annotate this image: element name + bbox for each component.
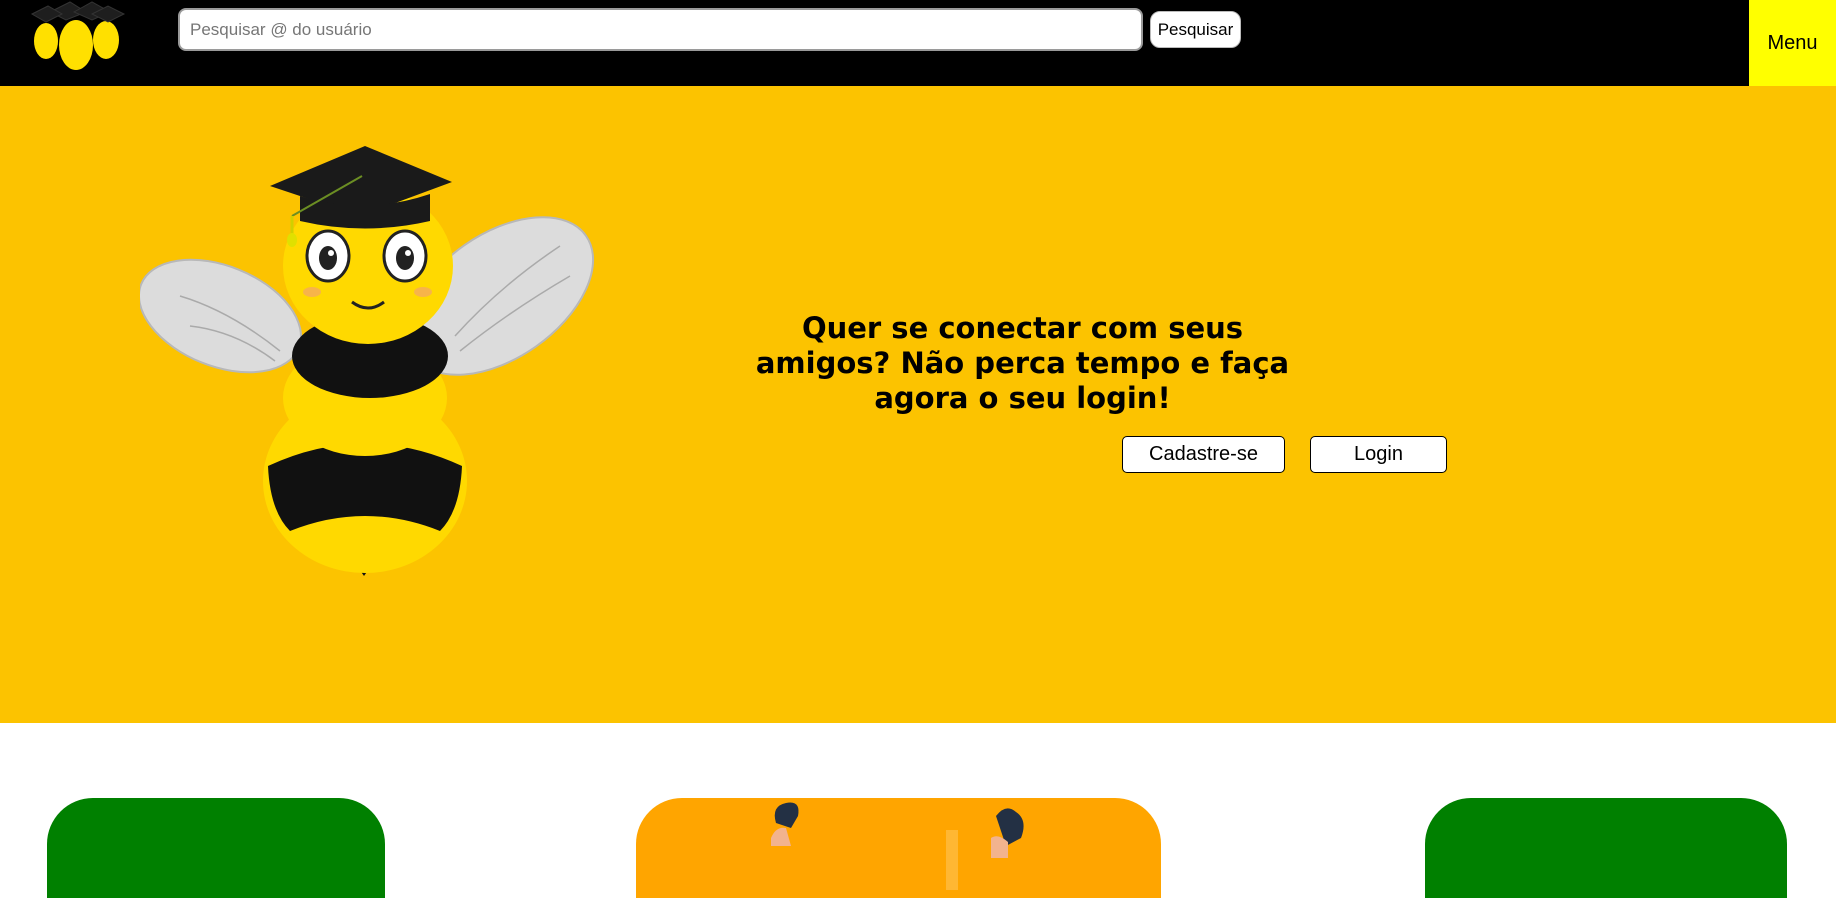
user-search-input[interactable] bbox=[178, 8, 1143, 51]
feature-card-right bbox=[1425, 798, 1787, 898]
login-button[interactable]: Login bbox=[1310, 436, 1447, 473]
search-button[interactable]: Pesquisar bbox=[1150, 11, 1241, 48]
hero-section: Quer se conectar com seus amigos? Não pe… bbox=[0, 86, 1836, 723]
people-illustration bbox=[771, 802, 1024, 890]
bee-logo-icon[interactable] bbox=[30, 0, 126, 74]
hero-heading: Quer se conectar com seus amigos? Não pe… bbox=[755, 311, 1290, 415]
menu-button[interactable]: Menu bbox=[1749, 0, 1836, 86]
graduate-bee-illustration bbox=[140, 146, 595, 576]
signup-button[interactable]: Cadastre-se bbox=[1122, 436, 1285, 473]
feature-card-center bbox=[636, 798, 1161, 898]
top-navbar: Pesquisar Menu bbox=[0, 0, 1836, 86]
feature-card-left bbox=[47, 798, 385, 898]
